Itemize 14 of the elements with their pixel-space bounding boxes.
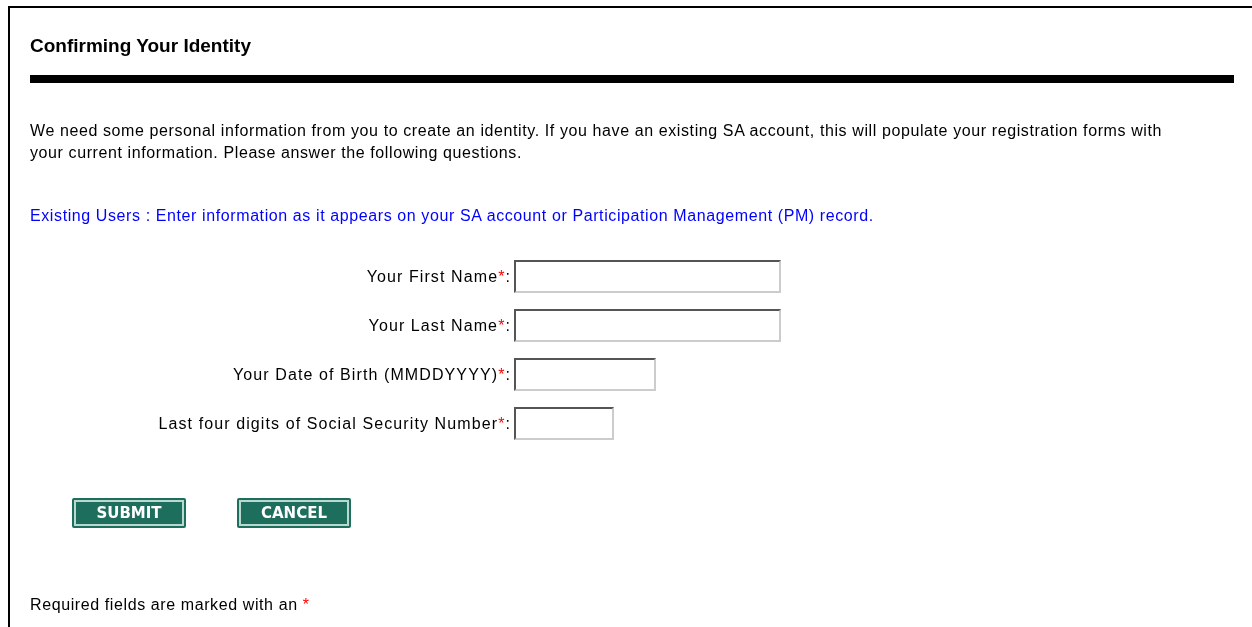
field-label: Your Date of Birth (MMDDYYYY)*: (231, 365, 512, 384)
form-button[interactable]: SUBMIT (72, 498, 186, 528)
input-field[interactable] (514, 358, 656, 391)
page-heading: Confirming Your Identity (30, 34, 252, 58)
field-label: Last four digits of Social Security Number*: (157, 414, 512, 433)
input-field[interactable] (514, 260, 781, 293)
field-label: Your First Name*: (365, 267, 512, 286)
intro-paragraph: We need some personal information from you to create an identity. If you have an existing SA account, this will populate your registration forms with your current information. Please answer the following questions. (30, 121, 1163, 163)
footnote-text: Required fields are marked with an * (30, 595, 311, 615)
input-field[interactable] (514, 309, 781, 342)
field-label: Your Last Name*: (367, 316, 512, 335)
input-field[interactable] (514, 407, 614, 440)
notice-text: Existing Users : Enter information as it appears on your SA account or Participation Management (PM) record. (30, 206, 875, 226)
form-button[interactable]: CANCEL (237, 498, 351, 528)
